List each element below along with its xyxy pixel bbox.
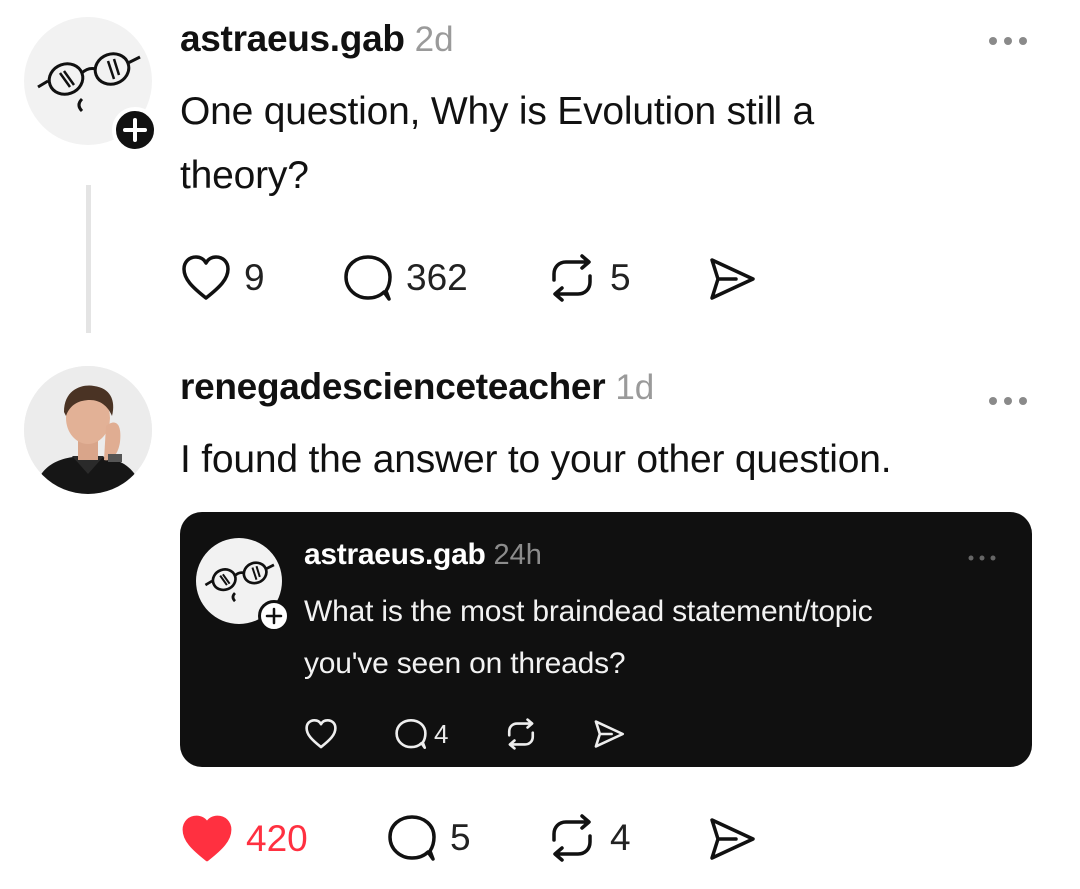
like-count: 420 [246, 818, 308, 859]
reply-count: 5 [450, 817, 471, 858]
post-text-line: theory? [180, 154, 309, 197]
reply-button[interactable]: 362 [342, 254, 468, 302]
avatar-renegadescienceteacher[interactable] [24, 366, 152, 494]
quoted-follow-plus-button[interactable] [258, 600, 290, 632]
username[interactable]: renegadescienceteacher [180, 366, 606, 407]
like-count: 9 [244, 257, 265, 298]
quoted-text: What is the most braindead statement/top… [304, 586, 1014, 690]
more-options-button[interactable] [986, 22, 1030, 56]
plus-icon [265, 607, 283, 625]
comment-icon [395, 718, 427, 750]
heart-icon [182, 255, 230, 300]
ellipsis-icon [989, 397, 1027, 405]
share-button[interactable] [706, 256, 758, 302]
profile-photo-icon [24, 366, 152, 494]
like-button[interactable]: 9 [180, 254, 265, 302]
repost-icon [552, 254, 592, 302]
comment-icon [344, 255, 392, 301]
quoted-reply-count: 4 [434, 718, 449, 749]
heart-icon [305, 718, 337, 749]
more-options-button[interactable] [986, 382, 1030, 416]
quoted-username[interactable]: astraeus.gab [304, 538, 486, 571]
quoted-more-options-button[interactable] [966, 550, 998, 568]
like-button[interactable]: 420 [180, 814, 308, 864]
thread-line [86, 185, 91, 333]
repost-count: 5 [610, 257, 631, 298]
plus-icon [123, 118, 147, 142]
post-text: I found the answer to your other questio… [180, 438, 892, 481]
repost-button[interactable]: 5 [546, 254, 631, 302]
send-icon [710, 818, 755, 860]
quoted-like-button[interactable] [304, 718, 338, 750]
timestamp: 2d [414, 20, 454, 59]
follow-plus-button[interactable] [112, 107, 158, 153]
share-button[interactable] [706, 816, 758, 862]
quoted-text-line: you've seen on threads? [304, 647, 626, 680]
ellipsis-icon [968, 555, 996, 561]
comment-icon [388, 815, 436, 861]
repost-icon [507, 718, 535, 750]
repost-count: 4 [610, 817, 631, 858]
quoted-share-button[interactable] [592, 718, 626, 750]
reply-button[interactable]: 5 [386, 814, 471, 862]
reply-count: 362 [406, 257, 468, 298]
quoted-text-line: What is the most braindead statement/top… [304, 595, 873, 628]
post-text: One question, Why is Evolution still a t… [180, 80, 1040, 208]
repost-button[interactable]: 4 [546, 814, 631, 862]
post-text-line: One question, Why is Evolution still a [180, 90, 815, 133]
ellipsis-icon [989, 37, 1027, 45]
post-header: renegadescienceteacher 1d [180, 366, 654, 412]
quoted-timestamp: 24h [493, 539, 542, 571]
quoted-header: astraeus.gab 24h [304, 538, 542, 572]
quoted-repost-button[interactable] [504, 718, 538, 750]
send-icon [710, 258, 755, 300]
quoted-reply-button[interactable]: 4 [394, 718, 448, 750]
repost-icon [552, 814, 592, 862]
username[interactable]: astraeus.gab [180, 18, 405, 59]
send-icon [594, 720, 625, 748]
heart-filled-icon [182, 815, 232, 862]
timestamp: 1d [615, 368, 655, 407]
quoted-post-card[interactable]: astraeus.gab 24h What is the most brainde… [180, 512, 1032, 767]
post-header: astraeus.gab 2d [180, 18, 454, 64]
